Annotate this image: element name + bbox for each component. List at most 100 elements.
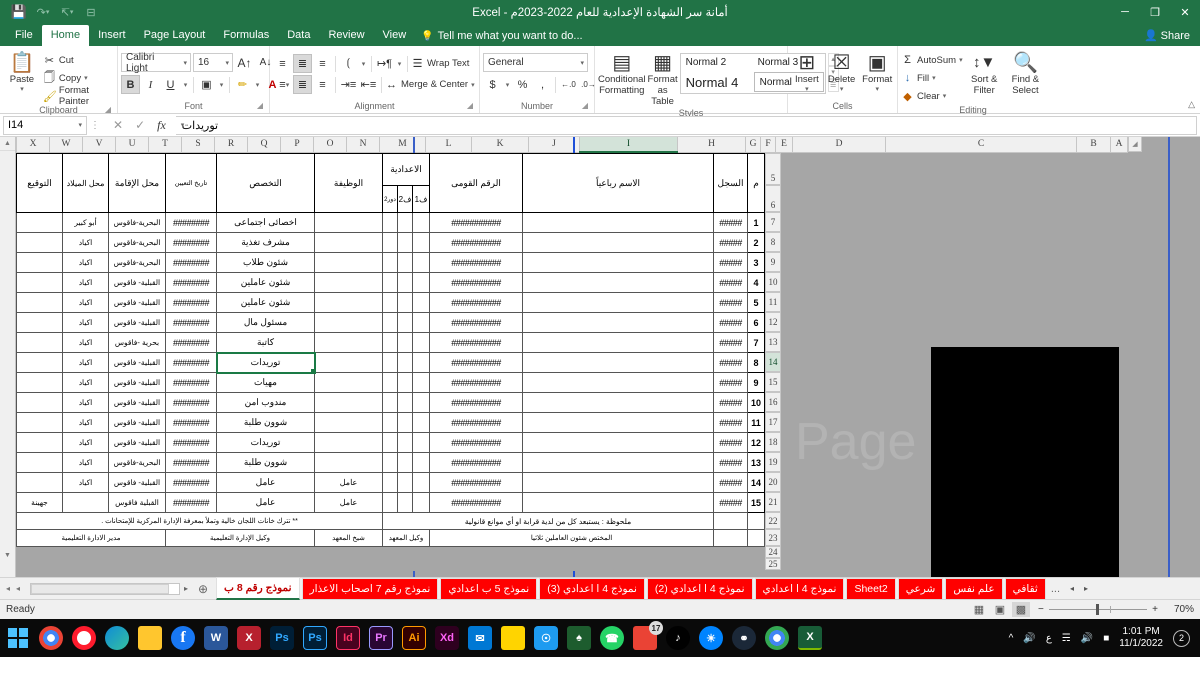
table-row[interactable]: اكياد البحرية-فاقوس ######## شوون طلبة #… (16, 452, 765, 473)
cell-prep-dor2[interactable] (382, 292, 398, 313)
comma-format-button[interactable]: , (533, 75, 552, 94)
cell-national-id[interactable]: ########### (429, 352, 523, 373)
cell-hire-date[interactable]: ######## (165, 312, 217, 333)
cell-signature[interactable] (16, 452, 63, 473)
sheet-tab-namozag-5b[interactable]: نموذج 5 ب اعدادي (440, 578, 538, 599)
table-row[interactable]: اكياد بحرية -فاقوس ######## كاتبة ######… (16, 332, 765, 353)
col-header-L[interactable]: L (425, 137, 472, 153)
number-format-select[interactable]: General ▾ (483, 53, 588, 72)
cell-prep-dor2[interactable] (382, 392, 398, 413)
restore-button[interactable]: ❐ (1140, 0, 1170, 24)
signatory-hr-officer[interactable]: المختص شئون العاملين ثلاثيا (429, 529, 714, 547)
col-header-C[interactable]: C (885, 137, 1077, 153)
cell-hire-date[interactable]: ######## (165, 412, 217, 433)
row-header-9[interactable]: 9 (765, 252, 781, 272)
cell-specialty[interactable]: شئون طلاب (216, 252, 315, 273)
note-right[interactable]: ملحوظة : يستبعد كل من لدية قرابة او أي م… (382, 512, 714, 530)
cell-specialty[interactable]: عامل (216, 492, 315, 513)
cell-prep-f1[interactable] (412, 412, 430, 433)
cell-hire-date[interactable]: ######## (165, 272, 217, 293)
system-tray[interactable]: ^ 🔊 ع ☴ 🔊 ■ 1:01 PM 11/1/2022 2 (1009, 626, 1194, 650)
cell-record[interactable]: ##### (713, 232, 748, 253)
cell-birthplace[interactable]: اكياد (62, 332, 109, 353)
paste-button[interactable]: 📋 Paste ▾ (3, 50, 41, 93)
chrome-icon[interactable] (39, 626, 63, 650)
cell-signature[interactable] (16, 332, 63, 353)
orientation-icon[interactable]: ⟮ (339, 54, 358, 73)
col-header-J[interactable]: J (528, 137, 580, 153)
cell-specialty[interactable]: شئون عاملين (216, 272, 315, 293)
col-header-H[interactable]: H (677, 137, 746, 153)
expand-formula-bar-icon[interactable]: ▾ (181, 121, 185, 129)
percent-format-button[interactable]: % (513, 75, 532, 94)
cell-name[interactable] (522, 232, 714, 253)
clock[interactable]: 1:01 PM 11/1/2022 (1119, 626, 1163, 650)
cell-national-id[interactable]: ########### (429, 292, 523, 313)
signatory-education-deputy[interactable]: وكيل الإدارة التعليمية (165, 529, 315, 547)
font-name-select[interactable]: Calibri Light ▾ (121, 52, 191, 74)
table-row[interactable]: اكياد القبلية- فاقوس ######## شئون عاملي… (16, 272, 765, 293)
col-header-X[interactable]: X (16, 137, 50, 153)
prev-sheet-icon[interactable]: ◂ (16, 584, 20, 593)
cell-name[interactable] (522, 432, 714, 453)
row-header-23[interactable]: 23 (765, 529, 781, 546)
cell-birthplace[interactable] (62, 492, 109, 513)
cell-birthplace[interactable]: اكياد (62, 452, 109, 473)
sheet-tab-sharia[interactable]: شرعي (897, 578, 944, 599)
cell-job[interactable] (314, 292, 383, 313)
table-row[interactable]: اكياد القبلية- فاقوس ######## شوون طلبة … (16, 412, 765, 433)
cell-prep-f1[interactable] (412, 392, 430, 413)
row-header-11[interactable]: 11 (765, 292, 781, 312)
grow-font-button[interactable]: A↑ (235, 53, 254, 72)
cell-record[interactable]: ##### (713, 252, 748, 273)
font-size-select[interactable]: 16 ▾ (193, 53, 233, 72)
cell-signature[interactable] (16, 232, 63, 253)
tab-view[interactable]: View (374, 25, 416, 46)
cell-birthplace[interactable]: أبو كبير (62, 212, 109, 233)
cell-residence[interactable]: القبلية- فاقوس (108, 372, 166, 393)
text-direction-icon[interactable]: ↦¶ (375, 54, 394, 73)
horizontal-scrollbar[interactable] (30, 582, 181, 595)
autosum-button[interactable]: Σ AutoSum ▾ (901, 52, 963, 68)
share-button[interactable]: 👤 Share (1140, 26, 1200, 46)
zoom-out-button[interactable]: − (1038, 604, 1044, 615)
cell-birthplace[interactable]: اكياد (62, 272, 109, 293)
col-header-K[interactable]: K (471, 137, 529, 153)
cell-name[interactable] (522, 452, 714, 473)
col-header-Q[interactable]: Q (247, 137, 281, 153)
sheet-overflow-icon[interactable]: ... (1046, 583, 1065, 595)
cell-residence[interactable]: القبلية- فاقوس (108, 392, 166, 413)
cell-specialty[interactable]: مهيات (216, 372, 315, 393)
cell-num[interactable]: 10 (747, 392, 765, 413)
save-icon[interactable]: 💾 (8, 2, 30, 22)
cell-prep-f2[interactable] (397, 432, 413, 453)
bold-button[interactable]: B (121, 75, 140, 94)
cell-num[interactable]: 14 (747, 472, 765, 493)
photoshop-alt-icon[interactable]: Ps (303, 626, 327, 650)
align-right-icon[interactable]: ≡ (313, 75, 332, 94)
sticky-notes-icon[interactable] (501, 626, 525, 650)
taskbar[interactable]: f W X Ps Ps Id Pr Ai Xd ✉ ☉ ♠ ☎ 17 ♪ ☀ ⚭… (0, 619, 1200, 657)
cell-prep-dor2[interactable] (382, 432, 398, 453)
cell-name[interactable] (522, 392, 714, 413)
table-row[interactable]: اكياد القبلية- فاقوس ######## توريدات ##… (16, 432, 765, 453)
excel-icon[interactable]: X (798, 626, 822, 650)
row-header-column[interactable]: 5 6 7 8 9 10 11 12 13 14 15 16 17 18 19 … (765, 153, 781, 570)
wifi-icon[interactable]: ☴ (1062, 633, 1071, 644)
cell-hire-date[interactable]: ######## (165, 492, 217, 513)
gmail-icon[interactable]: 17 (633, 621, 663, 650)
edge-icon[interactable] (105, 626, 129, 650)
photoshop-icon[interactable]: Ps (270, 626, 294, 650)
cell-signature[interactable] (16, 412, 63, 433)
cell-residence[interactable]: القبلية فاقوس (108, 492, 166, 513)
cell-signature[interactable]: جهينة (16, 492, 63, 513)
cell-specialty[interactable]: شوون طلبة (216, 452, 315, 473)
cell-specialty[interactable]: اخصائى اجتماعى (216, 212, 315, 233)
cell-hire-date[interactable]: ######## (165, 212, 217, 233)
show-hidden-icons[interactable]: ^ (1009, 633, 1014, 644)
col-header-M[interactable]: M (379, 137, 426, 153)
cell-hire-date[interactable]: ######## (165, 452, 217, 473)
cell-num[interactable]: 7 (747, 332, 765, 353)
cell-birthplace[interactable]: اكياد (62, 252, 109, 273)
row-header-7[interactable]: 7 (765, 212, 781, 232)
